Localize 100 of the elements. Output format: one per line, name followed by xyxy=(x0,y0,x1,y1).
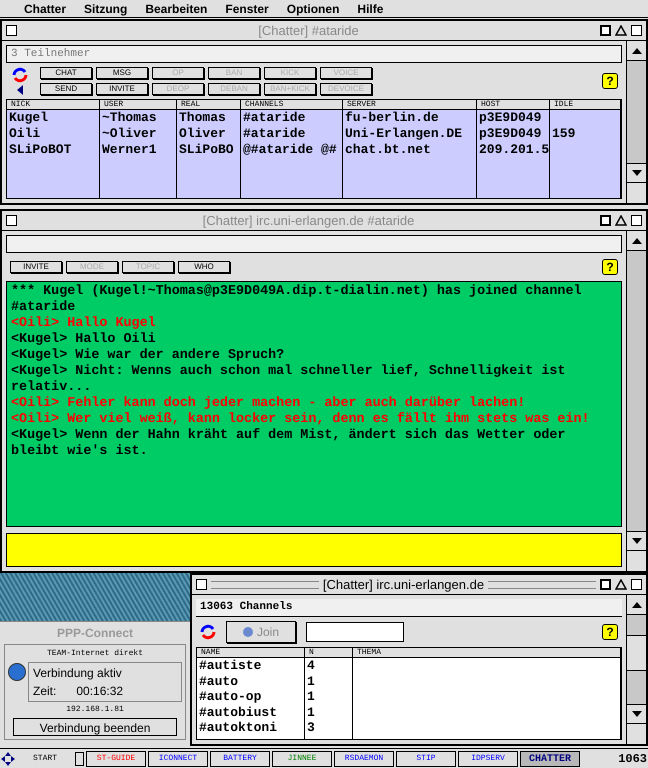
clock: 1063 xyxy=(618,750,647,768)
resize-grip-icon[interactable] xyxy=(627,183,646,203)
table-cell: SLiPoBOT xyxy=(9,142,72,157)
chat-message: <Oili> Fehler kann doch jeder machen - aber auch darüber lachen! xyxy=(11,396,526,412)
triangle-icon[interactable] xyxy=(615,215,628,226)
table-cell: #ataride xyxy=(243,110,306,125)
column-header[interactable]: REAL xyxy=(177,100,240,110)
help-icon[interactable]: ? xyxy=(602,624,618,640)
fuller-icon[interactable] xyxy=(631,25,642,36)
table-cell: Werner1 xyxy=(102,142,157,157)
iconify-icon[interactable] xyxy=(600,579,611,590)
column-header[interactable]: CHANNELS xyxy=(241,100,342,110)
menu-item[interactable]: Optionen xyxy=(286,0,340,18)
table-cell: 209.201.5 xyxy=(479,142,549,157)
fuller-icon[interactable] xyxy=(631,579,642,590)
taskbar-button[interactable]: BATTERY xyxy=(210,750,270,766)
toolbar-button[interactable]: CHAT xyxy=(40,67,92,79)
help-icon[interactable]: ? xyxy=(602,259,618,275)
table-cell: 1 xyxy=(307,674,315,688)
table-cell: p3E9D049 xyxy=(479,110,542,125)
table-cell: ~Oliver xyxy=(102,126,157,141)
menu-item[interactable]: Bearbeiten xyxy=(145,0,208,18)
participant-count: 3 Teilnehmer xyxy=(11,46,90,62)
table-cell: 159 xyxy=(552,126,576,141)
column-header[interactable]: N xyxy=(305,648,352,658)
close-box-icon[interactable] xyxy=(196,579,207,590)
provider-label: TEAM-Internet direkt xyxy=(46,648,143,660)
table-cell: @#ataride @# xyxy=(243,142,337,157)
table-cell: #autiste xyxy=(199,658,262,673)
table-cell: Thomas xyxy=(179,110,226,125)
toolbar-button[interactable]: MSG xyxy=(96,67,148,79)
chat-message: <Kugel> Hallo Oili xyxy=(11,332,157,348)
table-cell: Uni-Erlangen.DE xyxy=(345,126,462,141)
table-cell: 4 xyxy=(307,658,315,673)
scroll-thumb[interactable] xyxy=(627,635,646,671)
resize-grip-icon[interactable] xyxy=(627,724,646,744)
iconify-icon[interactable] xyxy=(600,215,612,226)
toolbar-button[interactable]: WHO xyxy=(178,261,230,273)
column-header[interactable]: USER xyxy=(100,100,176,110)
iconify-icon[interactable] xyxy=(600,25,612,36)
menu-item[interactable]: Hilfe xyxy=(357,0,384,18)
chat-message: <Kugel> Nicht: Wenns auch schon mal schneller lief, Schnelligkeit ist relativ... xyxy=(11,364,566,396)
menu-item[interactable]: Chatter xyxy=(24,0,66,18)
time-label: Zeit: xyxy=(33,683,56,700)
triangle-icon[interactable] xyxy=(615,25,628,36)
taskbar-button[interactable]: CHATTER xyxy=(520,750,580,766)
menu-item[interactable]: Fenster xyxy=(225,0,269,18)
taskbar-button[interactable]: ICONNECT xyxy=(148,750,208,766)
chat-message: <Oili> Hallo Kugel xyxy=(11,316,157,332)
channel-search-field[interactable] xyxy=(306,622,404,642)
window-title: [Chatter] irc.uni-erlangen.de xyxy=(322,576,484,594)
table-cell: #auto xyxy=(199,674,238,688)
column-header[interactable]: NICK xyxy=(7,100,99,110)
taskbar-button[interactable]: JINNEE xyxy=(272,750,332,766)
triangle-icon[interactable] xyxy=(615,579,627,590)
table-cell: #auto-op xyxy=(199,689,262,704)
close-box-icon[interactable] xyxy=(6,215,17,226)
table-cell: 3 xyxy=(307,720,315,735)
help-icon[interactable]: ? xyxy=(602,73,618,89)
window-title: [Chatter] irc.uni-erlangen.de #ataride xyxy=(202,212,414,230)
globe-icon xyxy=(8,663,26,681)
table-cell: ~Thomas xyxy=(102,110,157,125)
taskbar-button[interactable]: IDPSERV xyxy=(458,750,518,766)
menu-icon[interactable] xyxy=(75,752,84,766)
table-cell: SLiPoBO xyxy=(179,142,234,157)
toolbar-button[interactable]: INVITE xyxy=(96,83,148,95)
resize-grip-icon[interactable] xyxy=(627,551,646,571)
toolbar-button[interactable]: SEND xyxy=(40,83,92,95)
message-input[interactable] xyxy=(6,533,622,567)
globe-icon xyxy=(242,627,253,637)
move-arrows-icon[interactable] xyxy=(1,752,15,766)
table-cell: Oliver xyxy=(179,126,226,141)
close-box-icon[interactable] xyxy=(6,25,17,36)
channel-count: 13063 Channels xyxy=(200,600,292,616)
column-header[interactable]: IDLE xyxy=(550,100,620,110)
refresh-arrows-icon[interactable] xyxy=(12,67,28,83)
fuller-icon[interactable] xyxy=(631,215,642,226)
toolbar-button[interactable]: INVITE xyxy=(10,261,62,273)
column-header[interactable]: HOST xyxy=(477,100,549,110)
taskbar-button[interactable]: RSDAEMON xyxy=(334,750,394,766)
taskbar-button[interactable]: STIP xyxy=(396,750,456,766)
chat-message: <Kugel> Wenn der Hahn kräht auf dem Mist, ändert sich das Wetter oder bleibt wie's ist. xyxy=(11,428,566,460)
column-header[interactable]: SERVER xyxy=(343,100,476,110)
refresh-arrows-icon[interactable] xyxy=(200,624,216,640)
table-cell: fu-berlin.de xyxy=(345,110,439,125)
disconnect-button[interactable]: Verbindung beenden xyxy=(13,718,177,736)
table-cell: 1 xyxy=(307,704,315,720)
column-header[interactable]: NAME xyxy=(197,648,304,658)
chat-message: *** Kugel (Kugel!~Thomas@p3E9D049A.dip.t-dialin.net) has joined channel #ataride xyxy=(11,284,583,316)
ip-address: 192.168.1.81 xyxy=(66,704,124,716)
column-header[interactable]: THEMA xyxy=(353,648,620,658)
table-cell: Oili xyxy=(9,126,40,141)
connection-time: 00:16:32 xyxy=(76,683,124,700)
window-title: [Chatter] #ataride xyxy=(258,22,359,40)
table-cell: #autobiust xyxy=(199,704,278,720)
table-cell: chat.bt.net xyxy=(345,142,431,157)
table-cell: 1 xyxy=(307,689,315,704)
table-cell: #ataride xyxy=(243,126,306,141)
menu-item[interactable]: Sitzung xyxy=(84,0,128,18)
back-arrow-icon[interactable] xyxy=(17,85,23,95)
